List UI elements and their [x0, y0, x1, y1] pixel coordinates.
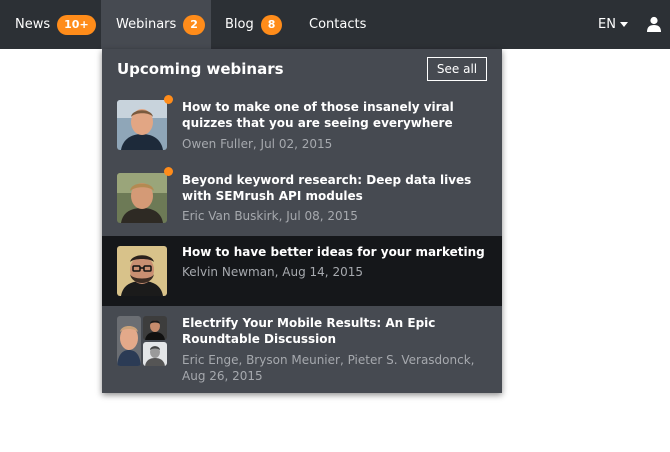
nav-item-contacts[interactable]: Contacts: [295, 0, 375, 49]
user-icon[interactable]: [646, 16, 662, 32]
webinar-meta: Kelvin Newman, Aug 14, 2015: [182, 265, 363, 279]
nav-item-webinars[interactable]: Webinars 2: [101, 0, 211, 49]
speaker-avatar: [117, 316, 141, 366]
new-indicator-dot: [164, 95, 173, 104]
speaker-avatar: [117, 173, 167, 223]
webinar-title: How to have better ideas for your market…: [182, 245, 485, 259]
nav-label-news: News: [15, 17, 51, 32]
webinar-item-highlighted[interactable]: How to have better ideas for your market…: [102, 236, 502, 306]
new-indicator-dot: [164, 167, 173, 176]
language-selector[interactable]: EN: [598, 0, 628, 49]
webinars-dropdown: Upcoming webinars See all How to make on…: [102, 49, 502, 393]
webinar-meta: Eric Enge, Bryson Meunier, Pieter S. Ver…: [182, 353, 475, 383]
speaker-avatar: [117, 100, 167, 150]
speakers-avatar-group: [117, 316, 167, 366]
dropdown-title: Upcoming webinars: [117, 60, 284, 78]
nav-label-webinars: Webinars: [116, 17, 177, 32]
speaker-avatar: [143, 316, 167, 340]
webinar-meta: Owen Fuller, Jul 02, 2015: [182, 137, 333, 151]
blog-count-badge: 8: [260, 14, 283, 35]
news-count-badge: 10+: [57, 14, 96, 35]
webinar-item[interactable]: Beyond keyword research: Deep data lives…: [102, 159, 502, 236]
webinar-title: How to make one of those insanely viral …: [182, 100, 454, 130]
speaker-avatar: [143, 342, 167, 366]
nav-label-blog: Blog: [225, 17, 254, 32]
see-all-button[interactable]: See all: [427, 57, 487, 81]
webinars-count-badge: 2: [183, 14, 205, 35]
speaker-avatar: [117, 246, 167, 296]
nav-item-blog[interactable]: Blog 8: [211, 0, 295, 49]
webinar-meta: Eric Van Buskirk, Jul 08, 2015: [182, 209, 358, 223]
webinar-title: Electrify Your Mobile Results: An Epic R…: [182, 316, 436, 346]
nav-label-contacts: Contacts: [309, 17, 367, 32]
webinar-item[interactable]: How to make one of those insanely viral …: [102, 89, 502, 159]
webinar-item[interactable]: Electrify Your Mobile Results: An Epic R…: [102, 306, 502, 393]
language-label: EN: [598, 17, 616, 32]
top-navigation-bar: News 10+ Webinars 2 Blog 8 Contacts EN: [0, 0, 670, 49]
chevron-down-icon: [619, 22, 628, 27]
nav-item-news[interactable]: News 10+: [0, 0, 101, 49]
webinar-title: Beyond keyword research: Deep data lives…: [182, 173, 472, 203]
